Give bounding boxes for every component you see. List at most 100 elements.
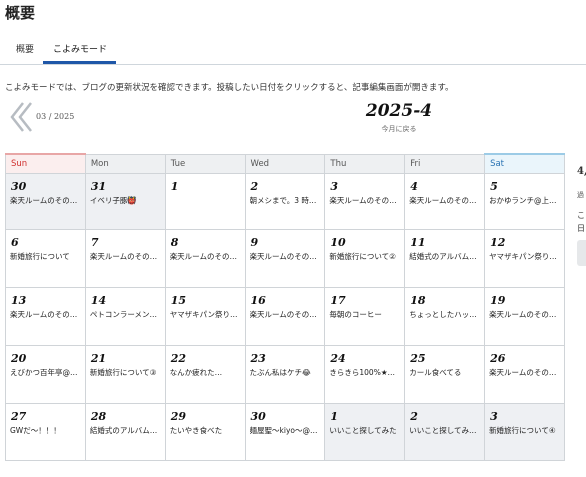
calendar-day-cell[interactable]: 25 カール食べてる [404, 345, 486, 404]
post-title-link[interactable]: GWだ〜！！！ [10, 426, 82, 436]
post-title-link[interactable]: なんか疲れた… [170, 368, 242, 378]
calendar-day-cell[interactable]: 19 楽天ルームのその… [484, 287, 565, 346]
calendar-day-cell[interactable]: 2 朝メシまで。3 時… [244, 173, 326, 230]
post-title-link[interactable]: 楽天ルームのその… [10, 310, 82, 320]
mode-description: こよみモードでは、ブログの更新状況を確認できます。投稿したい日付をクリックすると… [5, 83, 454, 93]
calendar-day-cell[interactable]: 30 楽天ルームのその… [5, 173, 86, 230]
day-number: 23 [250, 352, 266, 365]
post-title-link[interactable]: ペトコンラーメン… [90, 310, 162, 320]
side-panel-button[interactable] [577, 240, 586, 266]
post-title-link[interactable]: たぶん私はケチ😂 [250, 368, 322, 378]
calendar-day-cell[interactable]: 15 ヤマザキパン祭り… [164, 287, 246, 346]
calendar-day-cell[interactable]: 2 いいこと探してみ… [404, 403, 486, 461]
calendar-day-cell[interactable]: 24 きらきら100%★… [324, 345, 406, 404]
post-title-link[interactable]: 毎朝のコーヒー [329, 310, 401, 320]
calendar-day-cell[interactable]: 28 結婚式のアルバム… [84, 403, 166, 461]
post-title-link[interactable]: おかゆランチ@上… [489, 196, 561, 206]
calendar-day-cell[interactable]: 9 楽天ルームのその… [244, 229, 326, 288]
calendar-day-cell[interactable]: 13 楽天ルームのその… [5, 287, 86, 346]
tab-overview[interactable]: 概要 [16, 42, 34, 55]
day-number: 9 [250, 236, 259, 249]
calendar-day-cell[interactable]: 22 なんか疲れた… [164, 345, 246, 404]
post-title-link[interactable]: きらきら100%★… [329, 368, 401, 378]
day-number: 11 [410, 236, 426, 249]
post-title-link[interactable]: 楽天ルームのその… [90, 252, 162, 262]
post-title-link[interactable]: イベリ子豚👹 [90, 196, 162, 206]
calendar-grid: Sun Mon Tue Wed Thu Fri Sat 30 楽天ルームのその… … [5, 153, 565, 461]
post-title-link[interactable]: 楽天ルームのその… [250, 310, 322, 320]
calendar-day-cell[interactable]: 1 [164, 173, 246, 230]
post-title-link[interactable]: たいやき食べた [170, 426, 242, 436]
post-title-link[interactable]: 新婚旅行について④ [489, 426, 561, 436]
calendar-day-cell[interactable]: 21 新婚旅行について③ [84, 345, 166, 404]
post-title-link[interactable]: 楽天ルームのその… [489, 310, 561, 320]
calendar-day-cell[interactable]: 20 えびかつ百年亭@… [5, 345, 86, 404]
post-title-link[interactable]: いいこと探してみた [329, 426, 401, 436]
weekday-sat: Sat [484, 153, 565, 174]
day-number: 14 [90, 294, 107, 307]
post-title-link[interactable]: 楽天ルームのその… [170, 252, 242, 262]
calendar-day-cell[interactable]: 30 麺屋聖〜kiyo〜@… [244, 403, 326, 461]
post-title-link[interactable]: 楽天ルームのその… [409, 196, 481, 206]
prev-month-label[interactable]: 03 / 2025 [36, 112, 74, 121]
day-number: 4 [410, 180, 418, 193]
calendar-day-cell[interactable]: 12 ヤマザキパン祭り… [484, 229, 565, 288]
calendar-day-cell[interactable]: 18 ちょっとしたハッ… [404, 287, 486, 346]
day-number: 27 [11, 410, 27, 423]
calendar-day-cell[interactable]: 7 楽天ルームのその… [84, 229, 166, 288]
calendar-day-cell[interactable]: 8 楽天ルームのその… [164, 229, 246, 288]
day-number: 17 [330, 294, 346, 307]
post-title-link[interactable]: いいこと探してみ… [409, 426, 481, 436]
prev-month-button[interactable] [9, 101, 35, 133]
post-title-link[interactable]: えびかつ百年亭@… [10, 368, 82, 378]
post-title-link[interactable]: 結婚式のアルバム… [409, 252, 481, 262]
calendar-day-cell[interactable]: 26 楽天ルームのその… [484, 345, 565, 404]
post-title-link[interactable]: 結婚式のアルバム… [90, 426, 162, 436]
post-title-link[interactable]: ヤマザキパン祭り… [489, 252, 561, 262]
weekday-thu: Thu [324, 153, 406, 174]
post-title-link[interactable]: 新婚旅行について② [329, 252, 401, 262]
post-title-link[interactable]: 楽天ルームのその… [329, 196, 401, 206]
day-number: 10 [330, 236, 346, 249]
day-number: 3 [330, 180, 339, 193]
post-title-link[interactable]: 楽天ルームのその… [10, 196, 82, 206]
day-number: 1 [170, 180, 179, 193]
calendar-day-cell[interactable]: 10 新婚旅行について② [324, 229, 406, 288]
calendar-day-cell[interactable]: 3 楽天ルームのその… [324, 173, 406, 230]
calendar-day-cell[interactable]: 11 結婚式のアルバム… [404, 229, 486, 288]
back-to-this-month-link[interactable]: 今月に戻る [355, 124, 443, 134]
calendar-day-cell[interactable]: 29 たいやき食べた [164, 403, 246, 461]
calendar-day-cell[interactable]: 23 たぶん私はケチ😂 [244, 345, 326, 404]
calendar-day-cell[interactable]: 14 ペトコンラーメン… [84, 287, 166, 346]
day-number: 31 [90, 180, 107, 193]
post-title-link[interactable]: ちょっとしたハッ… [409, 310, 481, 320]
side-panel-count: 4, [577, 166, 586, 177]
post-title-link[interactable]: 新婚旅行について [10, 252, 82, 262]
calendar-day-cell[interactable]: 17 毎朝のコーヒー [324, 287, 406, 346]
day-number: 25 [410, 352, 426, 365]
calendar-day-cell[interactable]: 5 おかゆランチ@上… [484, 173, 565, 230]
side-panel-text: 過 [577, 191, 584, 199]
calendar-day-cell[interactable]: 4 楽天ルームのその… [404, 173, 486, 230]
post-title-link[interactable]: 朝メシまで。3 時… [250, 196, 322, 206]
day-number: 19 [490, 294, 506, 307]
weekday-fri: Fri [404, 153, 486, 174]
day-number: 6 [11, 236, 19, 249]
calendar-day-cell[interactable]: 3 新婚旅行について④ [484, 403, 565, 461]
post-title-link[interactable]: 新婚旅行について③ [90, 368, 162, 378]
day-number: 16 [250, 294, 266, 307]
post-title-link[interactable]: カール食べてる [409, 368, 481, 378]
calendar-day-cell[interactable]: 16 楽天ルームのその… [244, 287, 326, 346]
post-title-link[interactable]: 楽天ルームのその… [489, 368, 561, 378]
calendar-day-cell[interactable]: 1 いいこと探してみた [324, 403, 406, 461]
post-title-link[interactable]: ヤマザキパン祭り… [170, 310, 242, 320]
post-title-link[interactable]: 麺屋聖〜kiyo〜@… [250, 426, 322, 436]
tab-koyomi-mode[interactable]: こよみモード [53, 42, 107, 55]
weekday-sun: Sun [5, 153, 86, 174]
calendar-day-cell[interactable]: 31 イベリ子豚👹 [84, 173, 166, 230]
calendar-day-cell[interactable]: 6 新婚旅行について [5, 229, 86, 288]
weekday-wed: Wed [244, 153, 326, 174]
post-title-link[interactable]: 楽天ルームのその… [250, 252, 322, 262]
day-number: 18 [410, 294, 426, 307]
calendar-day-cell[interactable]: 27 GWだ〜！！！ [5, 403, 86, 461]
